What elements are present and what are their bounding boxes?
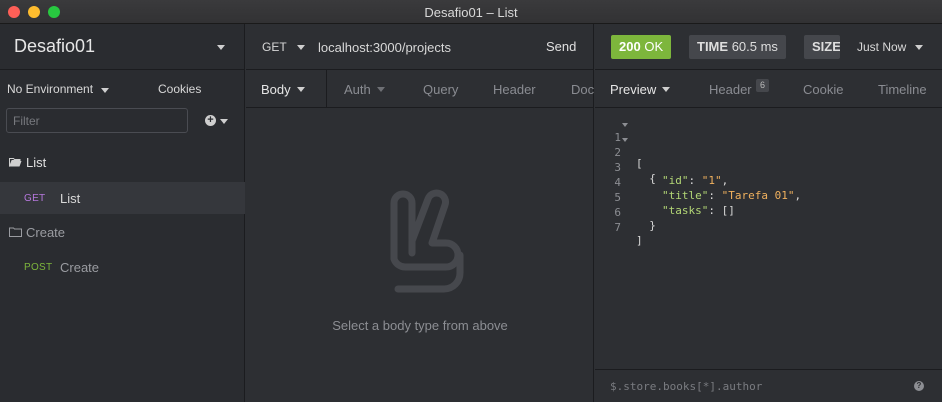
status-text: OK xyxy=(644,39,664,54)
fold-arrow-icon[interactable] xyxy=(622,123,628,127)
url-bar: GET localhost:3000/projects Send xyxy=(246,24,594,70)
chevron-down-icon xyxy=(101,88,109,93)
environment-row: No Environment Cookies xyxy=(0,70,245,108)
request-name: List xyxy=(60,191,81,206)
chevron-down-icon xyxy=(662,87,671,92)
chevron-down-icon xyxy=(217,45,225,50)
tab-preview[interactable]: Preview xyxy=(610,82,671,97)
tab-body[interactable]: Body xyxy=(246,70,327,107)
code-text: ] xyxy=(636,234,643,247)
request-name: Create xyxy=(60,260,100,275)
code-line: 1 [ xyxy=(595,118,942,170)
send-button[interactable]: Send xyxy=(546,39,576,54)
code-line: 4 "title": "Tarefa 01", xyxy=(595,163,942,202)
code-line: 6 } xyxy=(595,193,942,232)
tab-auth[interactable]: Auth xyxy=(344,70,385,107)
chevron-down-icon xyxy=(915,45,923,50)
code-line: 5 "tasks": [] xyxy=(595,178,942,217)
status-code: 200 xyxy=(619,39,641,54)
folder-name: List xyxy=(26,155,47,170)
chevron-down-icon xyxy=(376,87,385,92)
tab-query[interactable]: Query xyxy=(423,70,459,107)
plus-circle-icon: + xyxy=(205,115,216,126)
folder-name: Create xyxy=(26,225,66,240)
chevron-down-icon xyxy=(220,119,228,124)
time-value: 60.5 ms xyxy=(731,39,778,54)
tab-label: Header xyxy=(709,82,752,97)
tab-label: Timeline xyxy=(878,82,927,97)
request-pane: GET localhost:3000/projects Send Body Au… xyxy=(246,24,594,402)
tab-docs[interactable]: Docs xyxy=(571,70,594,107)
workspace-switcher[interactable]: Desafio01 xyxy=(0,24,245,70)
time-label: TIME xyxy=(697,39,729,54)
chevron-down-icon xyxy=(296,87,305,92)
environment-dropdown[interactable]: No Environment xyxy=(7,82,93,96)
method-badge: POST xyxy=(24,262,53,273)
cookies-button[interactable]: Cookies xyxy=(158,82,201,96)
sidebar-request-create[interactable]: POST Create xyxy=(0,251,245,283)
sidebar-request-list[interactable]: GET List xyxy=(0,182,245,214)
line-number: 7 xyxy=(614,221,621,234)
workspace-name: Desafio01 xyxy=(14,36,96,56)
tab-label: Header xyxy=(493,82,536,97)
tab-label: Query xyxy=(423,82,459,97)
help-icon[interactable]: ? xyxy=(914,381,924,391)
request-tabs: Body Auth Query Header Docs xyxy=(246,70,594,108)
response-pane: 200 OK TIME 60.5 ms SIZE Just Now Previe… xyxy=(595,24,942,402)
tab-label: Auth xyxy=(344,82,371,97)
time-badge: TIME 60.5 ms xyxy=(689,35,786,59)
tab-label: Preview xyxy=(610,82,657,97)
tab-timeline[interactable]: Timeline xyxy=(878,82,927,97)
folder-create[interactable]: Create xyxy=(0,218,245,248)
empty-body-message: Select a body type from above xyxy=(332,318,508,333)
code-line: 3 "id": "1", xyxy=(595,148,942,187)
filter-input[interactable] xyxy=(6,108,188,133)
peace-hand-icon xyxy=(390,189,464,293)
response-bar: 200 OK TIME 60.5 ms SIZE Just Now xyxy=(595,24,942,70)
chevron-down-icon xyxy=(297,45,305,50)
history-dropdown[interactable]: Just Now xyxy=(857,40,906,54)
fold-arrow-icon[interactable] xyxy=(622,138,628,142)
method-badge: GET xyxy=(24,193,46,204)
size-label: SIZE xyxy=(812,39,840,54)
response-filter-bar: $.store.books[*].author ? xyxy=(595,369,942,402)
window-title: Desafio01 – List xyxy=(424,5,518,20)
tab-response-header[interactable]: Header xyxy=(709,82,752,97)
folder-open-icon xyxy=(9,158,22,167)
response-filter-input[interactable]: $.store.books[*].author xyxy=(610,380,762,393)
tab-header[interactable]: Header xyxy=(493,70,536,107)
url-input[interactable]: localhost:3000/projects xyxy=(318,40,451,55)
folder-list[interactable]: List xyxy=(0,148,245,178)
tab-cookie[interactable]: Cookie xyxy=(803,82,843,97)
status-badge: 200 OK xyxy=(611,35,672,59)
tab-label: Body xyxy=(261,82,291,97)
title-bar: Desafio01 – List xyxy=(0,0,942,24)
method-dropdown[interactable]: GET xyxy=(262,40,287,54)
code-line: 2 { xyxy=(595,133,942,185)
tab-label: Docs xyxy=(571,82,594,97)
header-count-badge: 6 xyxy=(756,79,769,92)
tab-label: Cookie xyxy=(803,82,844,97)
size-badge: SIZE xyxy=(804,35,840,59)
folder-icon xyxy=(9,227,22,237)
add-item-button[interactable]: + xyxy=(205,114,229,128)
sidebar: Desafio01 No Environment Cookies + List … xyxy=(0,24,245,402)
code-line: 7 ] xyxy=(595,208,942,247)
